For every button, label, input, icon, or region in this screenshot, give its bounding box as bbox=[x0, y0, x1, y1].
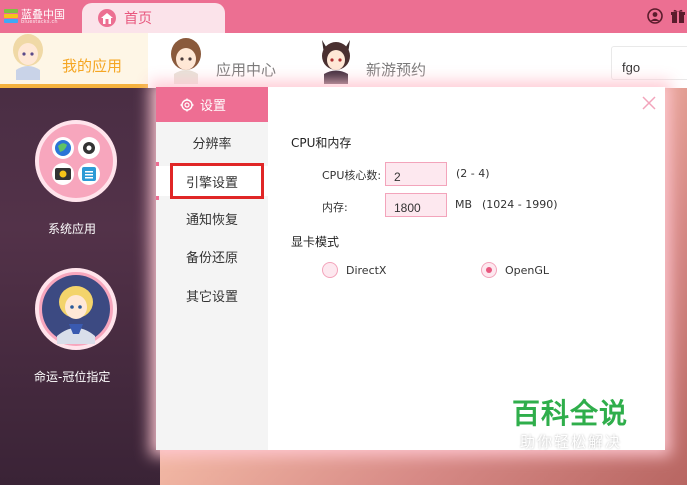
app-system-apps-label: 系统应用 bbox=[48, 222, 97, 236]
cpu-cores-label: CPU核心数: bbox=[322, 169, 382, 182]
gift-icon[interactable] bbox=[670, 8, 686, 24]
nav-bar: 我的应用 应用中心 新游预约 bbox=[0, 33, 687, 88]
settings-menu-other[interactable]: 其它设置 bbox=[156, 280, 268, 310]
app-fate-grand-order[interactable] bbox=[35, 268, 117, 350]
radio-opengl[interactable] bbox=[481, 262, 497, 278]
memory-label: 内存: bbox=[322, 201, 348, 214]
system-apps-icon bbox=[52, 137, 100, 185]
settings-sidebar: 设置 分辨率 引擎设置 通知恢复 备份还原 其它设置 bbox=[156, 87, 268, 450]
graphics-mode-section-title: 显卡模式 bbox=[291, 235, 340, 249]
tab-new-game-reservation[interactable]: 新游预约 bbox=[310, 33, 460, 88]
fgo-game-icon bbox=[42, 275, 110, 344]
anime-avatar-icon bbox=[13, 34, 43, 80]
settings-menu-label: 分辨率 bbox=[192, 136, 232, 152]
radio-opengl-label[interactable]: OpenGL bbox=[505, 264, 549, 277]
close-icon[interactable] bbox=[642, 95, 656, 110]
tab-home-label: 首页 bbox=[124, 11, 152, 27]
memory-input[interactable] bbox=[385, 193, 447, 217]
tab-app-center-label: 应用中心 bbox=[216, 61, 277, 79]
tab-home[interactable]: 首页 bbox=[82, 3, 225, 33]
tab-new-game-reservation-label: 新游预约 bbox=[366, 61, 427, 79]
settings-menu-backup[interactable]: 备份还原 bbox=[156, 241, 268, 271]
settings-menu-label: 通知恢复 bbox=[185, 212, 238, 228]
tab-my-apps-label: 我的应用 bbox=[62, 57, 123, 75]
anime-avatar-icon bbox=[322, 40, 350, 84]
memory-unit: MB bbox=[455, 198, 473, 211]
radio-directx-label[interactable]: DirectX bbox=[346, 264, 386, 277]
settings-menu-label: 其它设置 bbox=[185, 289, 238, 305]
settings-menu-label: 备份还原 bbox=[185, 250, 238, 266]
radio-directx[interactable] bbox=[322, 262, 338, 278]
red-highlight-box bbox=[170, 163, 264, 199]
user-circle-icon[interactable] bbox=[647, 8, 663, 24]
app-system-apps[interactable] bbox=[35, 120, 117, 202]
tab-app-center[interactable]: 应用中心 bbox=[160, 33, 300, 88]
app-fate-grand-order-label: 命运-冠位指定 bbox=[34, 370, 111, 384]
watermark-title: 百科全说 bbox=[512, 397, 629, 430]
bluestacks-logo: 蓝叠中国 bluestacks.cn bbox=[4, 6, 74, 28]
settings-menu-resolution[interactable]: 分辨率 bbox=[156, 127, 268, 157]
memory-range: (1024 - 1990) bbox=[482, 198, 558, 211]
bluestacks-logo-icon bbox=[4, 9, 18, 25]
settings-menu-notification[interactable]: 通知恢复 bbox=[156, 203, 268, 233]
search-input[interactable] bbox=[611, 46, 687, 80]
title-bar: 蓝叠中国 bluestacks.cn 首页 bbox=[0, 0, 687, 33]
settings-title: 设置 bbox=[200, 99, 227, 114]
watermark-subtitle: 助你轻松解决 bbox=[520, 433, 623, 451]
my-apps-panel: 系统应用 命运-冠位指定 bbox=[0, 88, 160, 485]
logo-subtext: bluestacks.cn bbox=[21, 19, 58, 25]
home-icon bbox=[98, 9, 116, 27]
settings-menu-engine[interactable]: 引擎设置 bbox=[156, 163, 268, 199]
tab-my-apps[interactable]: 我的应用 bbox=[0, 33, 148, 88]
anime-avatar-icon bbox=[171, 38, 201, 84]
cpu-memory-section-title: CPU和内存 bbox=[291, 136, 352, 150]
settings-header: 设置 bbox=[156, 87, 268, 122]
cpu-cores-range: (2 - 4) bbox=[456, 167, 490, 180]
gear-icon bbox=[180, 98, 194, 111]
cpu-cores-input[interactable] bbox=[385, 162, 447, 186]
